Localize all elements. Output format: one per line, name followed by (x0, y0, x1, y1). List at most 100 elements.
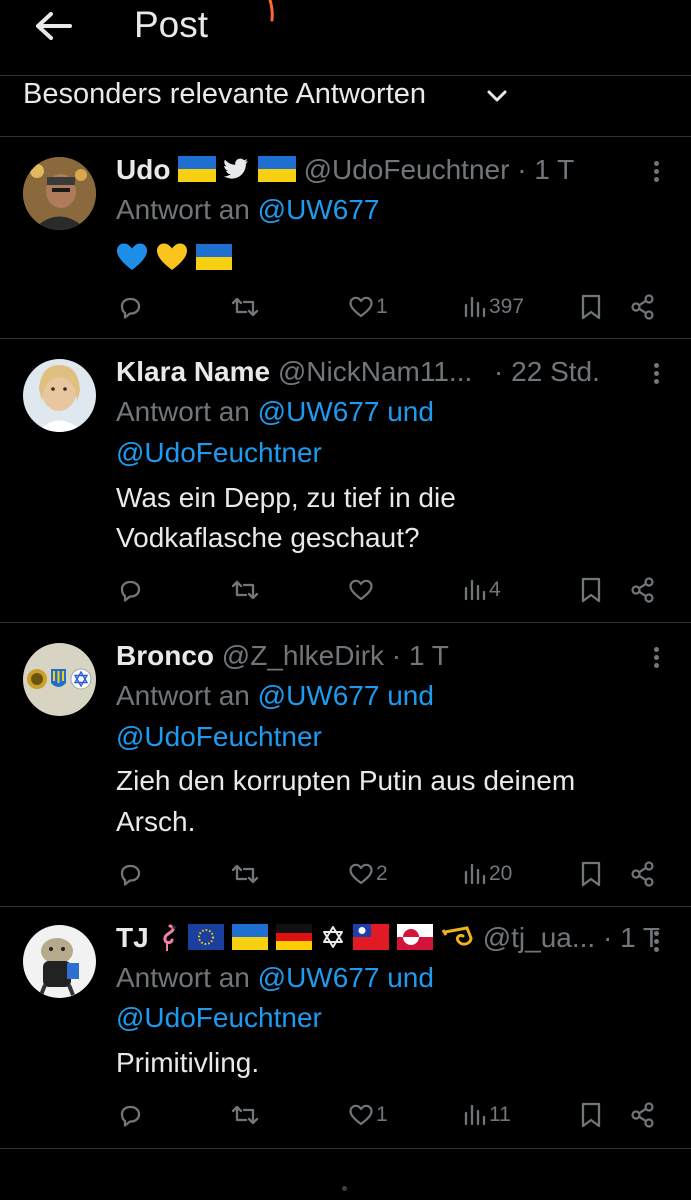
like-button[interactable]: 1 (348, 290, 388, 324)
more-options-icon[interactable] (651, 161, 661, 185)
heart-icon (349, 863, 373, 885)
reply-prefix: Antwort an (116, 680, 250, 711)
reply-post[interactable]: TJ @tj_ua... · 1 T Antwort an @UW677 und… (0, 907, 691, 1149)
reply-icon (120, 297, 141, 319)
reply-post[interactable]: Bronco @Z_hlkeDirk · 1 T Antwort an @UW6… (0, 623, 691, 907)
reply-button[interactable] (116, 290, 144, 324)
reply-button[interactable] (116, 1098, 144, 1132)
post-header: Klara Name @NickNam11... · 22 Std. (116, 355, 600, 389)
bookmark-button[interactable] (579, 290, 603, 324)
post-actions: 1 11 (0, 1098, 691, 1132)
postal-horn-icon (441, 925, 473, 946)
reply-mention[interactable]: @UW677 und (258, 962, 434, 993)
retweet-icon (231, 864, 259, 884)
reply-sort-selector[interactable]: Besonders relevante Antworten (0, 76, 691, 137)
heart-icon (349, 1104, 373, 1126)
yellow-heart-icon (156, 243, 187, 270)
post-actions: 4 (0, 573, 691, 607)
more-options-icon[interactable] (651, 931, 661, 955)
like-button[interactable] (348, 573, 376, 607)
bookmark-button[interactable] (579, 857, 603, 891)
back-arrow-icon[interactable] (34, 10, 74, 42)
more-options-icon[interactable] (651, 647, 661, 671)
reply-prefix: Antwort an (116, 194, 250, 225)
post-time[interactable]: · 1 T (392, 640, 449, 671)
author-handle[interactable]: @UdoFeuchtner (304, 154, 510, 185)
retweet-button[interactable] (230, 290, 260, 324)
post-header: Bronco @Z_hlkeDirk · 1 T (116, 639, 449, 673)
taiwan-flag-icon (353, 923, 390, 950)
avatar[interactable] (23, 359, 96, 432)
share-button[interactable] (629, 1098, 657, 1132)
reply-post[interactable]: Klara Name @NickNam11... · 22 Std. Antwo… (0, 339, 691, 623)
bookmark-button[interactable] (579, 1098, 603, 1132)
post-text: Zieh den korrupten Putin aus deinem (116, 765, 576, 796)
reply-button[interactable] (116, 573, 144, 607)
reply-mention[interactable]: @UW677 (258, 194, 380, 225)
reply-context: Antwort an @UW677 und (116, 961, 434, 995)
post-text: Was ein Depp, zu tief in die (116, 482, 456, 513)
heart-icon (349, 296, 373, 318)
ukraine-flag-icon (257, 155, 296, 182)
retweet-button[interactable] (230, 857, 260, 891)
views-button[interactable]: 4 (463, 573, 501, 607)
author-name[interactable]: Klara Name (116, 356, 270, 387)
post-time[interactable]: · 22 Std. (494, 356, 600, 387)
top-bar: Post (0, 0, 691, 76)
reply-mention[interactable]: @UdoFeuchtner (116, 436, 322, 470)
reply-prefix: Antwort an (116, 962, 250, 993)
views-count: 11 (489, 1103, 511, 1126)
author-handle[interactable]: @Z_hlkeDirk (222, 640, 384, 671)
avatar[interactable] (23, 157, 96, 230)
share-icon (631, 1102, 654, 1128)
retweet-icon (231, 1105, 259, 1125)
views-button[interactable]: 11 (463, 1098, 511, 1132)
reply-icon (120, 864, 141, 886)
more-options-icon[interactable] (651, 363, 661, 387)
share-button[interactable] (629, 857, 657, 891)
like-count: 1 (376, 1103, 388, 1126)
views-button[interactable]: 20 (463, 857, 512, 891)
post-time[interactable]: · 1 T (517, 154, 574, 185)
share-icon (631, 577, 654, 603)
avatar[interactable] (23, 643, 96, 716)
ukraine-flag-icon (178, 155, 217, 182)
author-name[interactable]: Udo (116, 154, 170, 185)
author-name[interactable]: Bronco (116, 640, 214, 671)
flamingo-icon (163, 924, 178, 951)
post-text: Arsch. (116, 806, 196, 837)
author-handle[interactable]: @tj_ua... (483, 922, 595, 953)
reply-context: Antwort an @UW677 und (116, 679, 434, 713)
retweet-button[interactable] (230, 573, 260, 607)
reply-context: Antwort an @UW677 und (116, 395, 434, 429)
views-button[interactable]: 397 (463, 290, 524, 324)
post-header: Udo @UdoFeuchtner · 1 T (116, 153, 574, 187)
reply-mention[interactable]: @UdoFeuchtner (116, 720, 322, 754)
author-handle[interactable]: @NickNam11... (278, 356, 472, 387)
post-actions: 1 397 (0, 290, 691, 324)
reply-mention[interactable]: @UdoFeuchtner (116, 1001, 322, 1035)
bookmark-button[interactable] (579, 573, 603, 607)
share-icon (631, 294, 654, 320)
author-name[interactable]: TJ (116, 922, 149, 953)
like-button[interactable]: 1 (348, 1098, 388, 1132)
reply-prefix: Antwort an (116, 396, 250, 427)
reply-mention[interactable]: @UW677 und (258, 680, 434, 711)
post-content (116, 241, 232, 275)
avatar[interactable] (23, 925, 96, 998)
post-actions: 2 20 (0, 857, 691, 891)
blue-heart-icon (117, 243, 147, 270)
reply-post[interactable]: Udo @UdoFeuchtner · 1 T Antwort an @UW67… (0, 137, 691, 339)
views-count: 20 (489, 862, 513, 885)
reply-icon (120, 1105, 141, 1127)
retweet-icon (231, 297, 259, 317)
share-button[interactable] (629, 573, 657, 607)
like-button[interactable]: 2 (348, 857, 388, 891)
retweet-button[interactable] (230, 1098, 260, 1132)
reply-mention[interactable]: @UW677 und (258, 396, 434, 427)
page-title: Post (134, 4, 209, 45)
reply-button[interactable] (116, 857, 144, 891)
heart-icon (349, 579, 373, 601)
share-button[interactable] (629, 290, 657, 324)
views-icon (464, 1104, 486, 1126)
